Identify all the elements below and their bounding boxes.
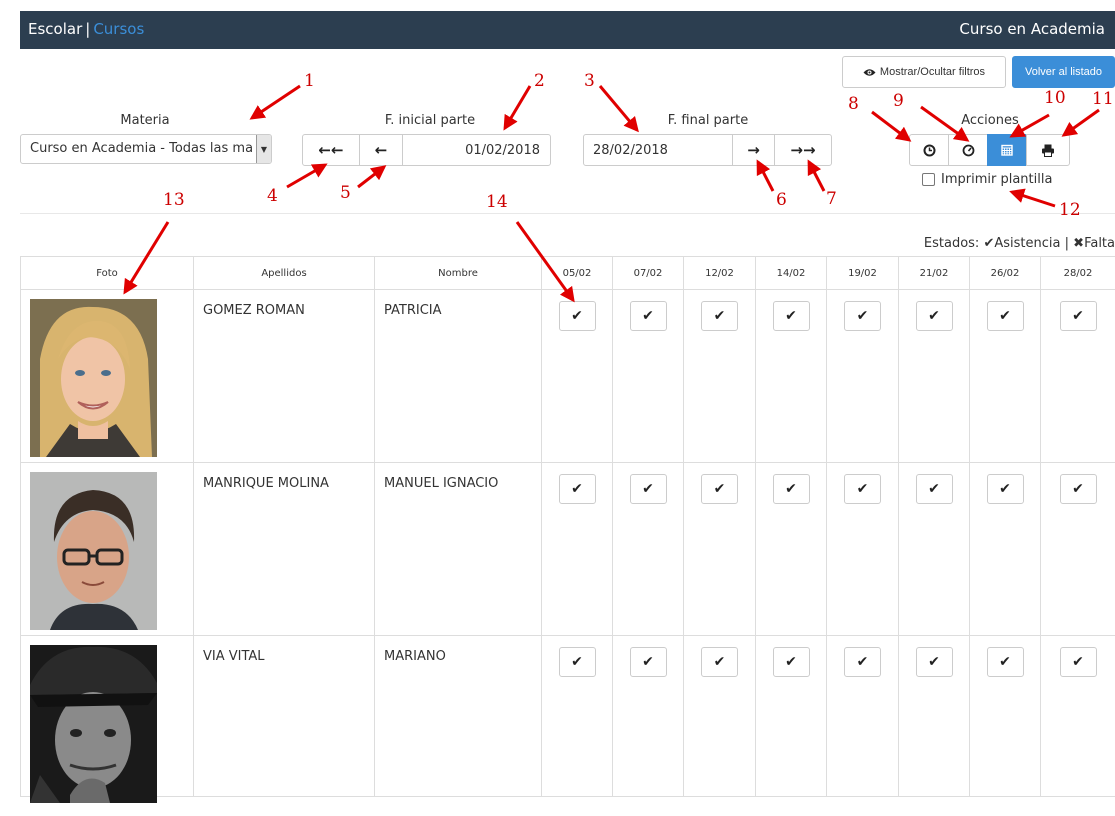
annotation-label: 12 xyxy=(1059,200,1081,220)
annotation-label: 8 xyxy=(848,94,859,114)
annotation-label: 2 xyxy=(534,71,545,91)
annotation-arrow xyxy=(286,163,328,189)
annotation-arrow xyxy=(598,85,639,133)
annotation-arrow xyxy=(357,165,387,189)
annotation-arrow xyxy=(123,221,170,295)
annotation-label: 13 xyxy=(163,190,185,210)
annotation-arrow xyxy=(807,159,826,192)
annotation-label: 7 xyxy=(826,189,837,209)
annotation-arrow xyxy=(249,84,301,120)
annotation-arrow xyxy=(871,110,912,142)
annotation-label: 11 xyxy=(1092,89,1114,109)
annotation-label: 1 xyxy=(304,71,315,91)
annotation-label: 9 xyxy=(893,91,904,111)
annotation-label: 3 xyxy=(584,71,595,91)
annotation-label: 14 xyxy=(486,192,508,212)
annotation-arrow xyxy=(1061,108,1100,137)
annotation-arrow xyxy=(920,105,970,142)
annotation-arrows xyxy=(123,84,1100,303)
annotation-arrow xyxy=(1009,113,1050,138)
annotation-arrow xyxy=(503,85,532,131)
annotation-label: 5 xyxy=(340,183,351,203)
annotation-label: 4 xyxy=(267,186,278,206)
annotation-label: 10 xyxy=(1044,88,1066,108)
annotation-label: 6 xyxy=(776,190,787,210)
annotation-arrow xyxy=(756,159,775,192)
annotation-arrow xyxy=(515,221,575,303)
annotation-arrow xyxy=(1009,188,1056,208)
